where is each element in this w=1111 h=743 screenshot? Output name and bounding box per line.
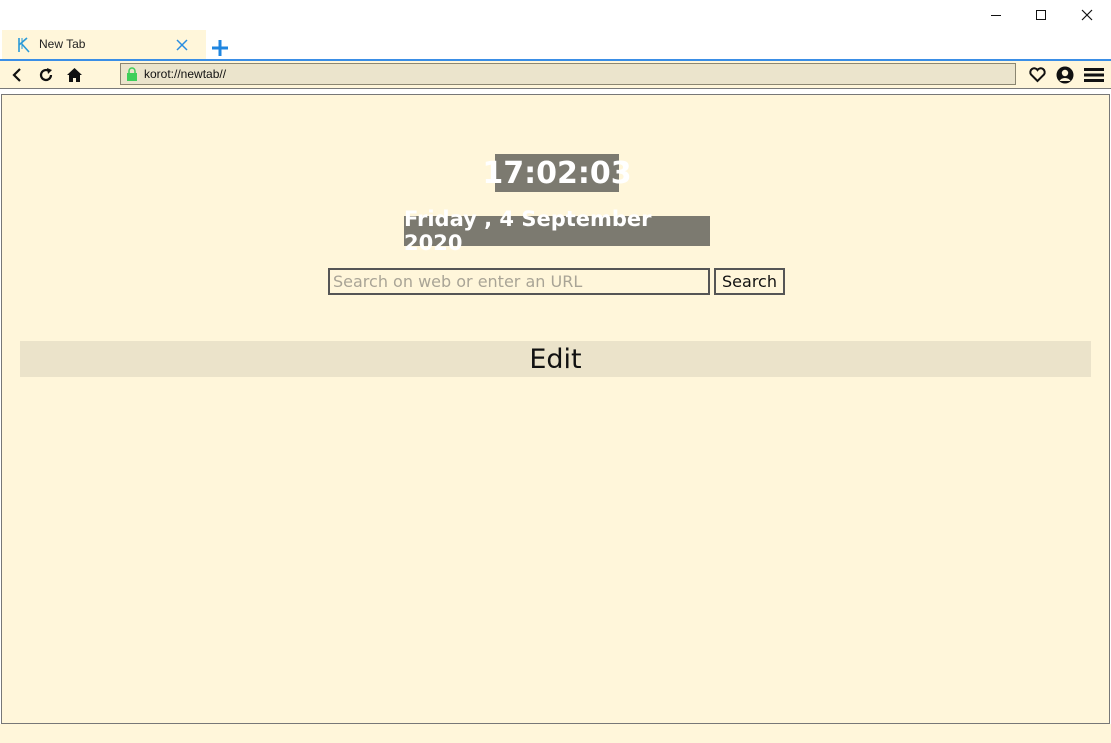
home-icon (66, 68, 82, 82)
tab-strip: New Tab (0, 30, 1111, 59)
user-avatar-icon (1056, 66, 1074, 84)
date-label: Friday , 4 September 2020 (404, 207, 710, 255)
menu-button[interactable] (1084, 65, 1104, 85)
new-tab-plus-icon[interactable] (210, 38, 230, 58)
heart-icon (1028, 67, 1046, 83)
clock: 17:02:03 (482, 154, 632, 192)
toolbar-divider (0, 88, 1111, 89)
status-strip (0, 724, 1111, 743)
maximize-button[interactable] (1018, 0, 1064, 30)
maximize-icon (1036, 10, 1046, 20)
reload-icon (39, 68, 53, 82)
close-window-button[interactable] (1064, 0, 1110, 30)
profile-button[interactable] (1055, 65, 1075, 85)
back-button[interactable] (7, 65, 27, 85)
minimize-button[interactable] (973, 0, 1019, 30)
home-button[interactable] (64, 65, 84, 85)
back-arrow-icon (12, 68, 21, 82)
edit-button[interactable]: Edit (20, 341, 1091, 377)
tab-title: New Tab (39, 37, 86, 51)
favorites-button[interactable] (1027, 65, 1047, 85)
hamburger-menu-icon (1084, 68, 1104, 82)
korot-logo-icon (18, 37, 30, 53)
minimize-icon (991, 15, 1001, 16)
lock-icon (127, 67, 137, 81)
tab-close-icon[interactable] (174, 37, 190, 53)
search-button[interactable]: Search (714, 268, 785, 295)
close-icon (1081, 9, 1093, 21)
navigation-toolbar: korot://newtab// (0, 61, 1111, 88)
url-text[interactable]: korot://newtab// (144, 67, 226, 81)
reload-button[interactable] (36, 65, 56, 85)
search-input[interactable] (328, 268, 710, 295)
new-tab-page: 17:02:03 Friday , 4 September 2020 Searc… (1, 94, 1110, 724)
address-bar[interactable]: korot://newtab// (120, 63, 1016, 85)
title-bar (0, 0, 1111, 30)
tab-new-tab[interactable]: New Tab (2, 30, 206, 59)
